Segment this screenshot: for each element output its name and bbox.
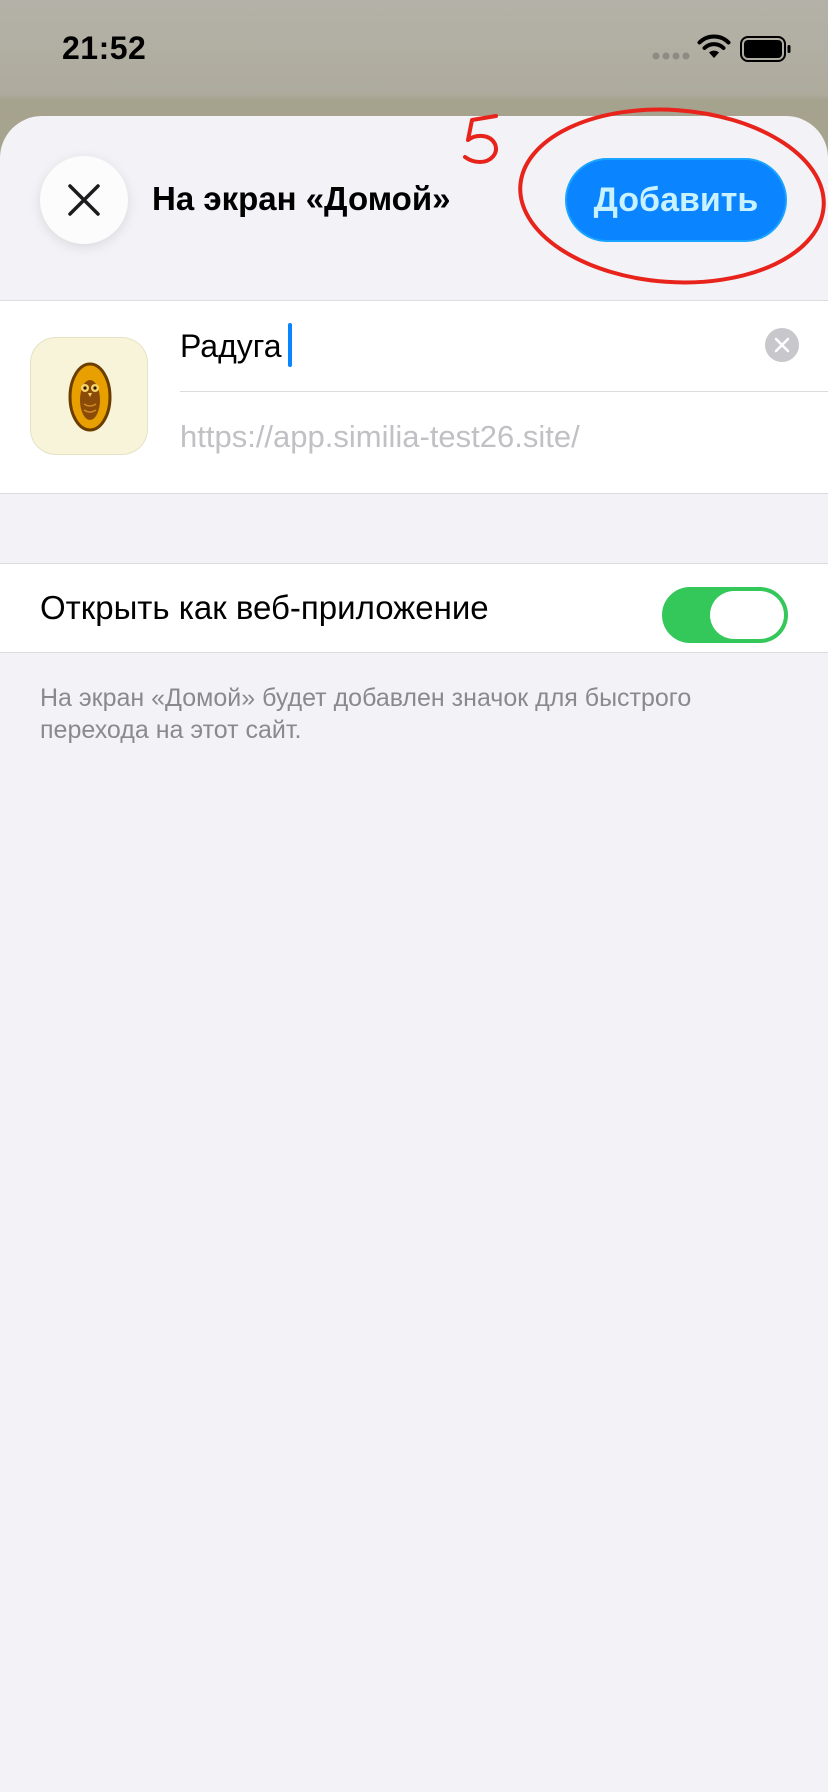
cellular-signal-icon bbox=[652, 52, 690, 60]
annotation-step-number bbox=[463, 114, 498, 164]
bookmark-card: Радуга https://app.similia-test26.site/ bbox=[0, 300, 828, 494]
add-button[interactable]: Добавить bbox=[565, 158, 787, 242]
battery-icon bbox=[740, 36, 791, 62]
clear-text-button[interactable] bbox=[765, 328, 799, 362]
web-app-setting-row: Открыть как веб-приложение bbox=[0, 563, 828, 653]
close-icon bbox=[68, 184, 100, 216]
footnote-text: На экран «Домой» будет добавлен значок д… bbox=[40, 684, 692, 744]
add-to-home-sheet: На экран «Домой» Добавить Радуга https:/… bbox=[0, 107, 828, 1792]
wifi-icon bbox=[697, 34, 731, 58]
name-input[interactable]: Радуга bbox=[180, 323, 740, 369]
web-app-toggle-label: Открыть как веб-приложение bbox=[40, 589, 489, 626]
status-time: 21:52 bbox=[62, 30, 147, 66]
close-button[interactable] bbox=[40, 156, 128, 244]
toggle-knob bbox=[710, 591, 784, 639]
web-app-toggle[interactable] bbox=[662, 587, 788, 643]
owl-app-icon bbox=[68, 362, 112, 432]
status-bar: 21:52 bbox=[0, 0, 828, 96]
sheet-title: На экран «Домой» bbox=[152, 180, 451, 217]
clear-text-icon bbox=[774, 337, 790, 353]
field-divider bbox=[180, 391, 828, 392]
app-icon bbox=[30, 337, 148, 455]
url-field: https://app.similia-test26.site/ bbox=[180, 419, 580, 454]
text-cursor bbox=[288, 323, 292, 367]
